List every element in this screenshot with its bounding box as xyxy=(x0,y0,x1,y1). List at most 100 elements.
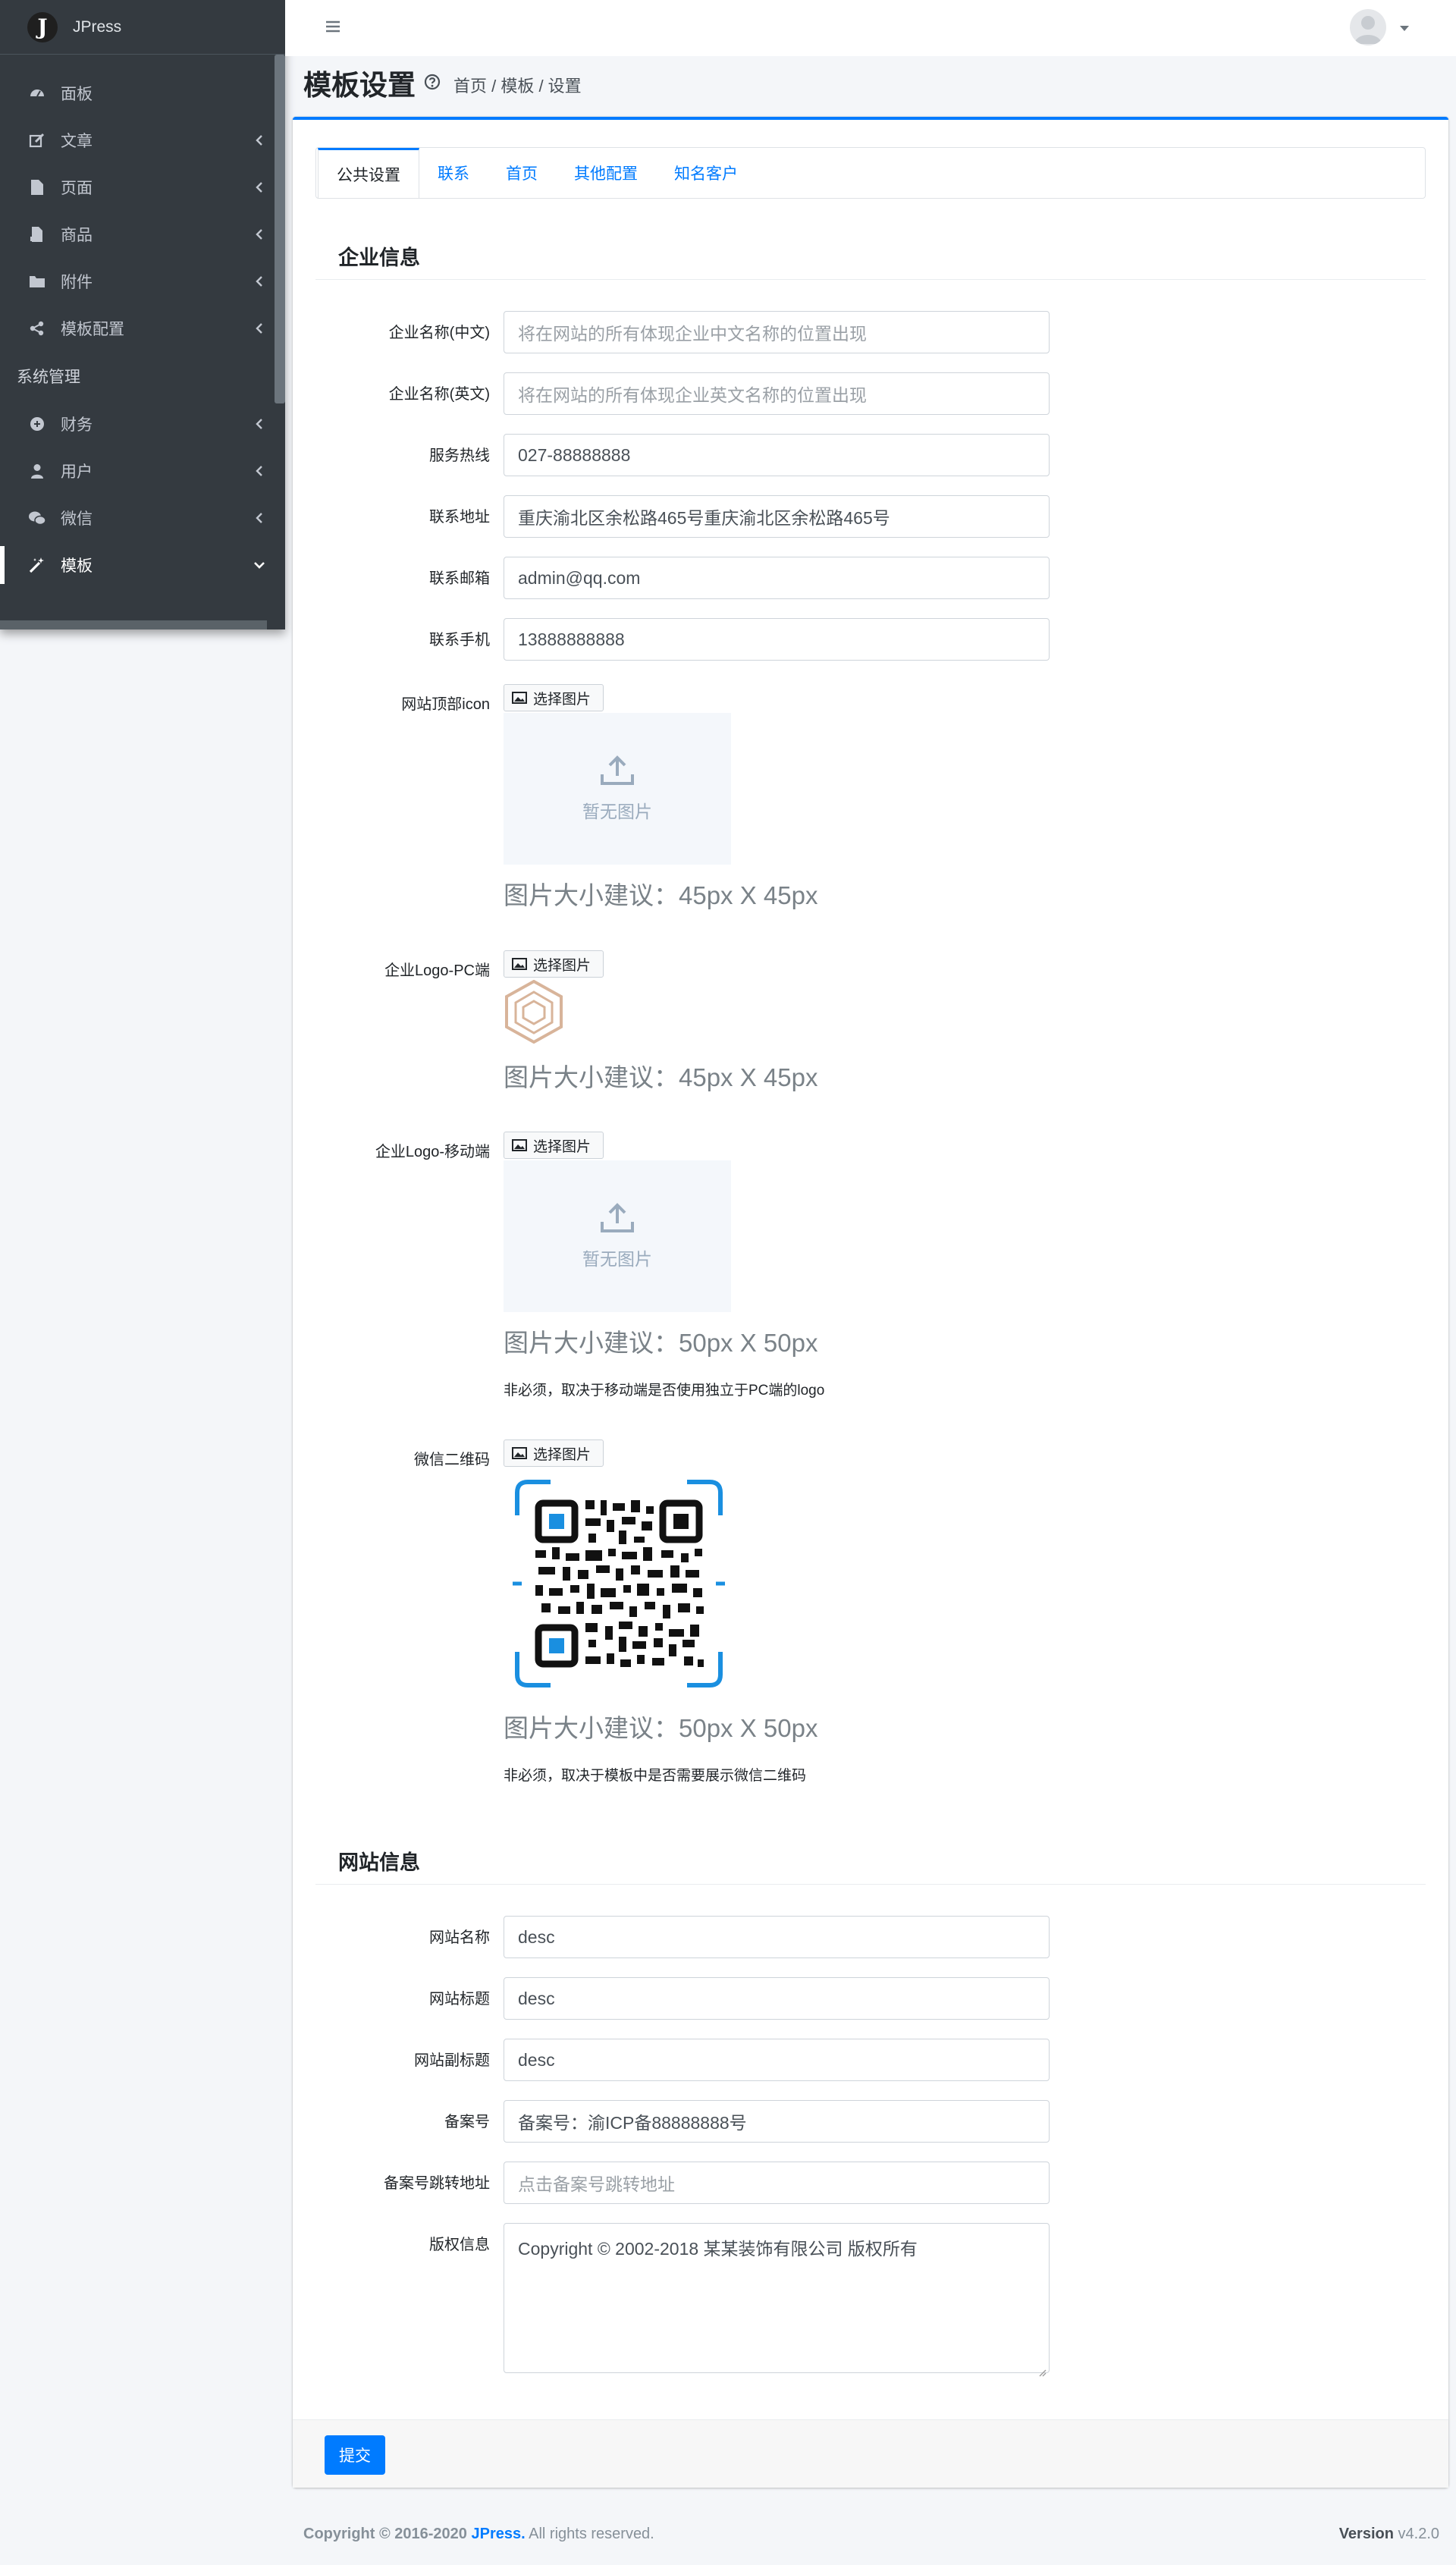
image-icon xyxy=(512,957,527,971)
select-image-button[interactable]: 选择图片 xyxy=(504,1439,604,1467)
tab-contact[interactable]: 联系 xyxy=(419,148,488,198)
select-image-button[interactable]: 选择图片 xyxy=(504,950,604,978)
select-image-button[interactable]: 选择图片 xyxy=(504,1132,604,1159)
hexagon-logo-icon xyxy=(505,979,563,1044)
chevron-left-icon xyxy=(253,322,265,334)
sidebar-item-label: 模板 xyxy=(61,557,93,575)
folder-icon xyxy=(27,272,47,291)
chevron-left-icon xyxy=(253,418,265,430)
caret-down-icon[interactable] xyxy=(1399,23,1410,31)
dashboard-icon xyxy=(27,83,47,103)
chevron-down-icon xyxy=(253,559,265,571)
service-hotline-input[interactable]: 027-88888888 xyxy=(504,434,1050,476)
sidebar-item-label: 商品 xyxy=(61,227,93,244)
sidebar-item-template[interactable]: 模板 xyxy=(0,542,285,589)
field-label: 企业名称(中文) xyxy=(388,325,490,341)
sidebar-item-attachments[interactable]: 附件 xyxy=(0,258,285,305)
tab-other-config[interactable]: 其他配置 xyxy=(556,148,656,198)
sidebar-item-template-config[interactable]: 模板配置 xyxy=(0,305,285,352)
sidebar-item-finance[interactable]: 财务 xyxy=(0,400,285,447)
product-icon xyxy=(27,224,47,244)
section-title-site: 网站信息 xyxy=(338,1851,420,1874)
sidebar-item-wechat[interactable]: 微信 xyxy=(0,494,285,542)
footer-copyright-prefix: Copyright © 2016-2020 xyxy=(303,2526,467,2542)
contact-address-input[interactable]: 重庆渝北区余松路465号重庆渝北区余松路465号 xyxy=(504,495,1050,538)
image-size-hint: 图片大小建议：50px X 50px xyxy=(504,1714,818,1742)
magic-icon xyxy=(27,555,47,575)
sidebar-item-pages[interactable]: 页面 xyxy=(0,164,285,211)
footer-brand-link[interactable]: JPress. xyxy=(472,2526,526,2542)
site-title-input[interactable]: desc xyxy=(504,1977,1050,2020)
user-icon xyxy=(27,461,47,481)
breadcrumb: 首页 / 模板 / 设置 xyxy=(453,77,582,96)
field-note: 非必须，取决于移动端是否使用独立于PC端的logo xyxy=(504,1383,825,1399)
image-placeholder[interactable]: 暂无图片 xyxy=(504,1160,731,1312)
site-name-input[interactable]: desc xyxy=(504,1916,1050,1958)
sidebar-item-label: 面板 xyxy=(61,86,93,103)
tab-bar: 公共设置 联系 首页 其他配置 知名客户 xyxy=(315,147,1426,199)
field-label: 企业名称(英文) xyxy=(388,386,490,403)
sidebar-header-system: 系统管理 xyxy=(17,369,80,386)
field-label: 网站标题 xyxy=(429,1991,490,2008)
select-image-button[interactable]: 选择图片 xyxy=(504,684,604,711)
chevron-left-icon xyxy=(253,512,265,524)
no-image-text: 暂无图片 xyxy=(582,1249,652,1269)
image-icon xyxy=(512,1446,527,1460)
sidebar-item-articles[interactable]: 文章 xyxy=(0,117,285,164)
site-subtitle-input[interactable]: desc xyxy=(504,2039,1050,2081)
field-label: 服务热线 xyxy=(429,447,490,464)
company-name-en-input[interactable]: 将在网站的所有体现企业英文名称的位置出现 xyxy=(504,372,1050,415)
settings-card: 公共设置 联系 首页 其他配置 知名客户 企业信息 企业名称(中文) 将在网站的… xyxy=(293,117,1448,2488)
no-image-text: 暂无图片 xyxy=(582,802,652,821)
submit-button[interactable]: 提交 xyxy=(325,2435,385,2475)
footer-version-number: v4.2.0 xyxy=(1398,2526,1439,2542)
avatar[interactable] xyxy=(1350,9,1386,46)
select-image-label: 选择图片 xyxy=(533,1446,592,1463)
upload-icon xyxy=(601,1203,634,1232)
chevron-left-icon xyxy=(253,228,265,240)
sidebar-item-label: 用户 xyxy=(61,463,93,481)
sidebar-item-products[interactable]: 商品 xyxy=(0,211,285,258)
contact-email-input[interactable]: admin@qq.com xyxy=(504,557,1050,599)
field-label: 备案号 xyxy=(444,2114,490,2130)
divider xyxy=(315,1884,1426,1885)
tab-public-settings[interactable]: 公共设置 xyxy=(318,148,419,198)
field-label: 微信二维码 xyxy=(414,1452,490,1468)
sidebar: J JPress 面板 文章 页面 商品 附件 模板配置 系统管理 财务 用户 … xyxy=(0,0,285,629)
copyright-textarea[interactable]: Copyright © 2002-2018 某某装饰有限公司 版权所有 xyxy=(504,2223,1050,2377)
icp-number-input[interactable]: 备案号：渝ICP备88888888号 xyxy=(504,2100,1050,2143)
contact-mobile-input[interactable]: 13888888888 xyxy=(504,618,1050,661)
share-icon xyxy=(27,319,47,338)
field-label: 备案号跳转地址 xyxy=(384,2175,490,2192)
company-name-cn-input[interactable]: 将在网站的所有体现企业中文名称的位置出现 xyxy=(504,311,1050,353)
sidebar-item-dashboard[interactable]: 面板 xyxy=(0,70,285,117)
page-title: 模板设置 xyxy=(303,70,416,101)
brand[interactable]: J JPress xyxy=(0,0,285,55)
sidebar-item-label: 文章 xyxy=(61,133,93,150)
edit-icon xyxy=(27,130,47,150)
topbar xyxy=(285,0,1456,56)
menu-toggle-icon[interactable] xyxy=(325,18,344,38)
wechat-icon xyxy=(27,508,47,528)
field-label: 联系手机 xyxy=(429,632,490,648)
image-size-hint: 图片大小建议：45px X 45px xyxy=(504,1063,818,1091)
brand-name: JPress xyxy=(73,17,122,36)
chevron-left-icon xyxy=(253,181,265,193)
icp-link-input[interactable]: 点击备案号跳转地址 xyxy=(504,2162,1050,2204)
sidebar-nav: 面板 文章 页面 商品 附件 模板配置 系统管理 财务 用户 微信 模板 xyxy=(0,55,285,589)
select-image-label: 选择图片 xyxy=(533,1138,592,1155)
sidebar-scrollbar[interactable] xyxy=(275,55,285,403)
field-label: 网站名称 xyxy=(429,1929,490,1946)
sidebar-item-label: 微信 xyxy=(61,510,93,528)
resize-handle-icon[interactable] xyxy=(1037,2361,1046,2377)
image-placeholder[interactable]: 暂无图片 xyxy=(504,713,731,865)
divider xyxy=(315,279,1426,280)
field-label: 联系邮箱 xyxy=(429,570,490,587)
upload-icon xyxy=(601,755,634,785)
qr-code-icon xyxy=(513,1480,725,1688)
tab-home[interactable]: 首页 xyxy=(488,148,556,198)
sidebar-item-users[interactable]: 用户 xyxy=(0,447,285,494)
sidebar-horizontal-scrollbar[interactable] xyxy=(0,620,267,629)
tab-clients[interactable]: 知名客户 xyxy=(656,148,756,198)
help-icon[interactable] xyxy=(423,73,441,91)
